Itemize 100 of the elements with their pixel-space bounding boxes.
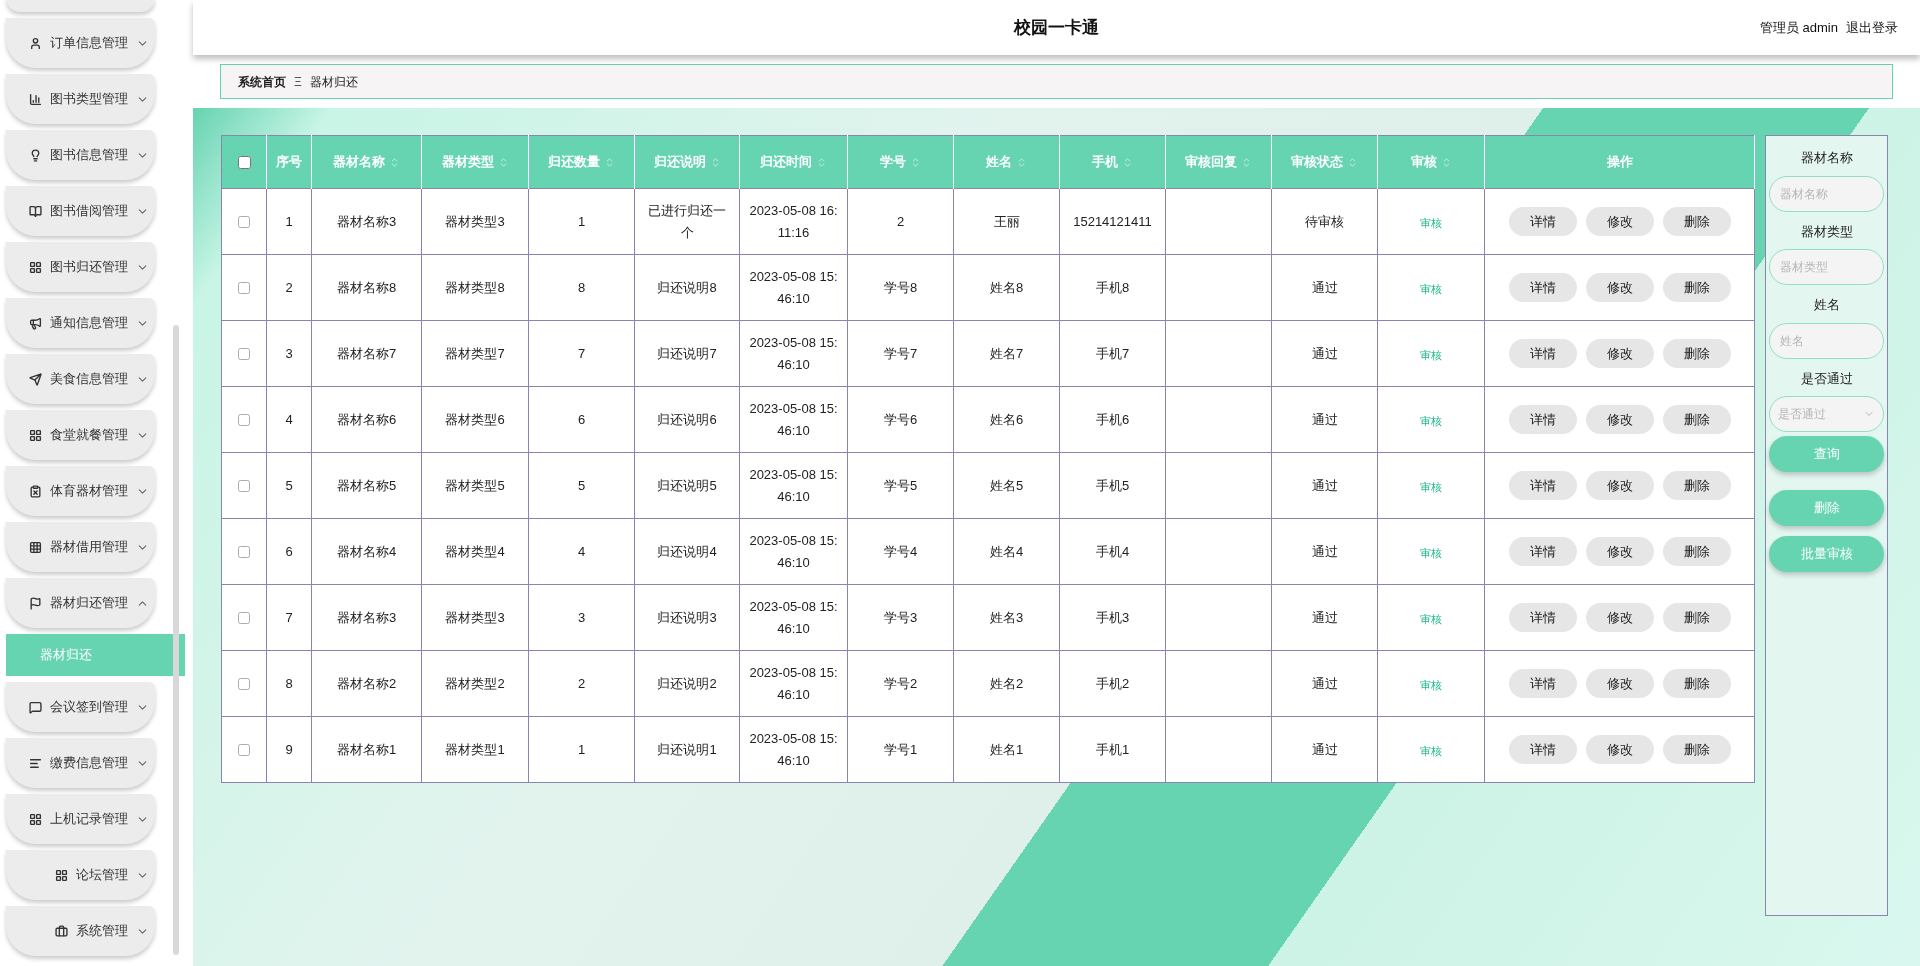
- menu-item[interactable]: 器材归还管理: [6, 578, 155, 628]
- action-button[interactable]: 详情: [1508, 471, 1577, 500]
- table-cell: 2: [266, 254, 312, 321]
- table-cell: 通过: [1271, 584, 1378, 651]
- table-cell: 2023-05-08 15:46:10: [739, 386, 848, 453]
- action-button[interactable]: 删除: [1662, 273, 1731, 302]
- select-all-checkbox[interactable]: [237, 156, 251, 170]
- menu-item[interactable]: 食堂就餐管理: [6, 410, 155, 460]
- menu-item[interactable]: 上机记录管理: [6, 794, 155, 844]
- action-button[interactable]: 详情: [1508, 735, 1577, 764]
- table-cell: 通过: [1271, 320, 1378, 387]
- menu-label: 美食信息管理: [50, 370, 128, 389]
- table-cell: 1: [528, 716, 635, 783]
- table-cell: 手机7: [1059, 320, 1166, 387]
- table-cell: 器材名称4: [311, 518, 422, 585]
- filter-label: 器材名称: [1800, 149, 1853, 167]
- input-field[interactable]: 器材类型: [1769, 249, 1884, 285]
- action-button[interactable]: 删除: [1662, 339, 1731, 368]
- menu-item[interactable]: 美食信息管理: [6, 354, 155, 404]
- action-button[interactable]: 详情: [1508, 669, 1577, 698]
- table-cell: 通过: [1271, 716, 1378, 783]
- scrollbar[interactable]: [173, 325, 179, 955]
- table-cell: 手机3: [1059, 584, 1166, 651]
- action-button[interactable]: 修改: [1585, 339, 1654, 368]
- menu-label: 图书归还管理: [50, 258, 128, 277]
- table-cell: 器材名称7: [311, 320, 422, 387]
- table-cell: 2023-05-08 15:46:10: [739, 254, 848, 321]
- action-button[interactable]: 修改: [1585, 471, 1654, 500]
- table-cell: 已进行归还一个: [634, 188, 740, 255]
- menu-item[interactable]: 体育器材管理: [6, 466, 155, 516]
- table-cell: 学号4: [847, 518, 954, 585]
- menu-item[interactable]: 图书借阅管理: [6, 186, 155, 236]
- action-button[interactable]: 修改: [1585, 669, 1654, 698]
- row-checkbox[interactable]: [238, 348, 250, 361]
- table-cell: 姓名2: [953, 650, 1060, 717]
- table-cell: 器材类型5: [421, 452, 529, 519]
- action-button[interactable]: 详情: [1508, 537, 1577, 566]
- table-cell: 器材名称6: [311, 386, 422, 453]
- row-checkbox[interactable]: [238, 414, 250, 427]
- action-button[interactable]: 删除: [1662, 405, 1731, 434]
- row-checkbox[interactable]: [238, 282, 250, 295]
- menu-item[interactable]: 图书归还管理: [6, 242, 155, 292]
- action-button[interactable]: 详情: [1508, 207, 1577, 236]
- action-button[interactable]: 删除: [1662, 735, 1731, 764]
- action-button[interactable]: 删除: [1662, 537, 1731, 566]
- menu-label: 食堂就餐管理: [50, 426, 128, 445]
- input-field[interactable]: 器材名称: [1769, 175, 1884, 212]
- menu-item[interactable]: 图书信息管理: [6, 130, 155, 180]
- logout-link[interactable]: 退出登录: [1846, 17, 1898, 38]
- action-button[interactable]: 修改: [1585, 537, 1654, 566]
- action-button[interactable]: 详情: [1508, 603, 1577, 632]
- action-button[interactable]: 详情: [1508, 273, 1577, 302]
- row-checkbox[interactable]: [238, 216, 250, 229]
- menu-label: 器材归还管理: [50, 594, 128, 613]
- row-checkbox[interactable]: [238, 678, 250, 691]
- action-button[interactable]: 删除: [1662, 603, 1731, 632]
- menu-item[interactable]: 通知信息管理: [6, 298, 155, 348]
- action-button[interactable]: 详情: [1508, 405, 1577, 434]
- table-cell: 姓名4: [953, 518, 1060, 585]
- menu-item[interactable]: 器材借用管理: [6, 522, 155, 572]
- menu-item[interactable]: 订单信息管理: [6, 18, 155, 68]
- row-checkbox[interactable]: [238, 612, 250, 625]
- grid-icon: [29, 812, 42, 826]
- table-cell: 通过: [1271, 452, 1378, 519]
- action-button[interactable]: 修改: [1585, 735, 1654, 764]
- action-button[interactable]: 删除: [1662, 669, 1731, 698]
- row-checkbox[interactable]: [238, 480, 250, 493]
- action-button[interactable]: 详情: [1508, 339, 1577, 368]
- filter-label: 是否通过: [1800, 369, 1853, 388]
- menu-label: 订单信息管理: [50, 34, 128, 53]
- breadcrumb-link[interactable]: 系统首页: [238, 72, 286, 91]
- action-button[interactable]: 删除: [1662, 207, 1731, 236]
- grid-icon: [29, 260, 42, 274]
- menu-item[interactable]: 缴费信息管理: [6, 738, 155, 788]
- bar-chart-icon: [29, 92, 42, 106]
- menu-label: 器材借用管理: [50, 538, 128, 557]
- action-button[interactable]: 修改: [1585, 603, 1654, 632]
- table-cell: 归还说明7: [634, 320, 740, 387]
- row-checkbox[interactable]: [238, 546, 250, 559]
- flag-icon: [29, 596, 42, 610]
- table-cell: 6: [266, 518, 312, 585]
- table-cell: 归还说明6: [634, 386, 740, 453]
- menu-item[interactable]: 论坛管理: [6, 850, 155, 900]
- menu-label: 论坛管理: [76, 866, 128, 885]
- table-cell: 器材类型3: [421, 584, 529, 651]
- table-cell: 归还说明1: [634, 716, 740, 783]
- menu-item[interactable]: 会议签到管理: [6, 682, 155, 732]
- table-cell: 8: [266, 650, 312, 717]
- action-button[interactable]: 修改: [1585, 273, 1654, 302]
- row-checkbox[interactable]: [238, 744, 250, 757]
- breadcrumb-current: 器材归还: [309, 73, 358, 91]
- table-cell: 2023-05-08 15:46:10: [739, 518, 848, 585]
- action-button[interactable]: 删除: [1662, 471, 1731, 500]
- action-button[interactable]: 修改: [1585, 207, 1654, 236]
- action-button[interactable]: 修改: [1585, 405, 1654, 434]
- input-field[interactable]: 姓名: [1769, 322, 1884, 359]
- table-cell: 归还说明5: [634, 452, 740, 519]
- menu-item[interactable]: 图书类型管理: [6, 74, 155, 124]
- menu-item[interactable]: 系统管理: [6, 906, 155, 956]
- table-cell: 归还说明8: [634, 254, 740, 321]
